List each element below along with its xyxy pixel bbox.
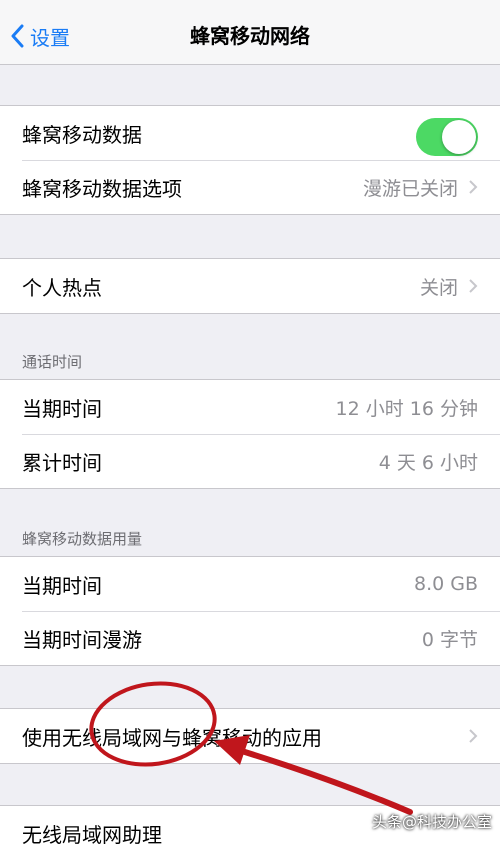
apps-group: 使用无线局域网与蜂窝移动的应用: [0, 708, 500, 764]
cellular-data-label: 蜂窝移动数据: [22, 122, 142, 147]
cellular-data-options-row[interactable]: 蜂窝移动数据选项 漫游已关闭: [0, 160, 500, 214]
data-usage-roaming-value: 0 字节: [421, 628, 478, 651]
chevron-right-icon: [468, 728, 478, 744]
call-time-lifetime-label: 累计时间: [22, 450, 102, 475]
data-usage-current-label: 当期时间: [22, 573, 102, 598]
cellular-data-options-value: 漫游已关闭: [362, 177, 458, 200]
call-time-current-value: 12 小时 16 分钟: [335, 397, 478, 420]
watermark: 头条@科技办公室: [371, 813, 492, 831]
wlan-cellular-apps-row[interactable]: 使用无线局域网与蜂窝移动的应用: [0, 709, 500, 763]
personal-hotspot-row[interactable]: 个人热点 关闭: [0, 259, 500, 313]
chevron-right-icon: [468, 278, 478, 294]
cellular-data-row: 蜂窝移动数据: [0, 106, 500, 160]
call-time-current-label: 当期时间: [22, 396, 102, 421]
data-usage-current-row: 当期时间 8.0 GB: [0, 557, 500, 611]
page-title: 蜂窝移动网络: [190, 24, 310, 48]
personal-hotspot-label: 个人热点: [22, 275, 102, 300]
chevron-right-icon: [468, 179, 478, 195]
call-time-lifetime-value: 4 天 6 小时: [378, 451, 478, 474]
cellular-data-options-label: 蜂窝移动数据选项: [22, 176, 182, 201]
call-time-lifetime-row: 累计时间 4 天 6 小时: [0, 434, 500, 488]
call-time-header: 通话时间: [22, 353, 83, 371]
status-bar: [0, 0, 500, 6]
cellular-data-toggle[interactable]: [416, 118, 478, 156]
data-usage-current-value: 8.0 GB: [413, 573, 478, 595]
call-time-group: 当期时间 12 小时 16 分钟 累计时间 4 天 6 小时: [0, 379, 500, 489]
personal-hotspot-value: 关闭: [419, 276, 458, 299]
data-usage-roaming-label: 当期时间漫游: [22, 627, 142, 652]
navigation-bar: 设置 蜂窝移动网络: [0, 0, 500, 65]
cellular-data-group: 蜂窝移动数据 蜂窝移动数据选项 漫游已关闭: [0, 105, 500, 215]
data-usage-roaming-row: 当期时间漫游 0 字节: [0, 611, 500, 665]
call-time-current-row: 当期时间 12 小时 16 分钟: [0, 380, 500, 434]
hotspot-group: 个人热点 关闭: [0, 258, 500, 314]
data-usage-group: 当期时间 8.0 GB 当期时间漫游 0 字节: [0, 556, 500, 666]
data-usage-header: 蜂窝移动数据用量: [22, 530, 143, 548]
wlan-cellular-apps-label: 使用无线局域网与蜂窝移动的应用: [22, 725, 322, 750]
toggle-knob: [442, 120, 476, 154]
